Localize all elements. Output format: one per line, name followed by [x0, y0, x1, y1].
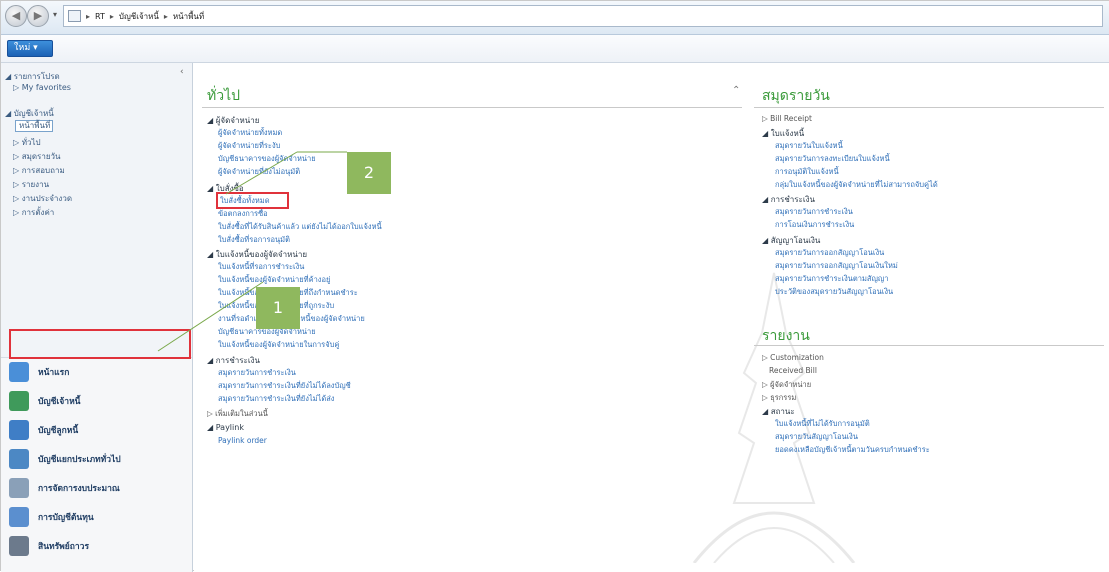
module-fixed-assets[interactable]: สินทรัพย์ถาวร	[9, 533, 89, 559]
module-accounts-payable[interactable]: บัญชีเจ้าหนี้	[9, 388, 80, 414]
application-window: ◀ ▶ ▾ ▸ RT ▸ บัญชีเจ้าหนี้ ▸ หน้าพื้นที่…	[0, 0, 1109, 572]
reports-section-title: รายงาน	[762, 328, 810, 344]
highlight-accounts-payable-module	[9, 329, 191, 359]
link-open-vendor-invoices[interactable]: ใบแจ้งหนี้ของผู้จัดจำหน่ายที่ค้างอยู่	[218, 274, 330, 286]
group-journal-invoices[interactable]: ◢ ใบแจ้งหนี้	[762, 127, 804, 140]
journals-section-title: สมุดรายวัน	[762, 88, 830, 104]
module-cost-accounting[interactable]: การบัญชีต้นทุน	[9, 504, 94, 530]
history-dropdown-icon[interactable]: ▾	[53, 10, 57, 19]
divider	[754, 107, 1104, 108]
divider	[754, 345, 1104, 346]
accounts-payable-icon	[9, 391, 29, 411]
general-ledger-icon	[9, 449, 29, 469]
group-paylink[interactable]: ◢ Paylink	[207, 423, 244, 432]
nav-favorites[interactable]: ◢ รายการโปรด	[5, 70, 60, 83]
nav-item-area-page[interactable]: หน้าพื้นที่	[15, 120, 53, 132]
link-unposted-payment-journal[interactable]: สมุดรายวันการชำระเงินที่ยังไม่ได้ลงบัญชี	[218, 380, 351, 392]
group-vendors[interactable]: ◢ ผู้จัดจำหน่าย	[207, 114, 259, 127]
forward-icon[interactable]: ▶	[27, 5, 49, 27]
link-unapproved-vendors[interactable]: ผู้จัดจำหน่ายที่ยังไม่อนุมัติ	[218, 166, 300, 178]
link-unmatched-invoice-groups[interactable]: กลุ่มใบแจ้งหนี้ของผู้จัดจำหน่ายที่ไม่สาม…	[775, 179, 938, 191]
link-ap-aging[interactable]: ยอดคงเหลือบัญชีเจ้าหนี้ตามวันครบกำหนดชำร…	[775, 444, 930, 456]
breadcrumb-company[interactable]: RT	[95, 12, 105, 21]
budgeting-icon	[9, 478, 29, 498]
link-reports-vendors[interactable]: ▷ ผู้จัดจำหน่าย	[762, 379, 811, 391]
breadcrumb-module[interactable]: บัญชีเจ้าหนี้	[119, 10, 159, 23]
group-more-in-this-section[interactable]: ▷ เพิ่มเติมในส่วนนี้	[207, 408, 268, 420]
link-invoice-approval[interactable]: การอนุมัติใบแจ้งหนี้	[775, 166, 839, 178]
nav-item-periodic[interactable]: ▷ งานประจำงวด	[13, 192, 72, 205]
cost-accounting-icon	[9, 507, 29, 527]
link-promissory-note-journal[interactable]: สมุดรายวันสัญญาโอนเงิน	[775, 431, 858, 443]
page-icon	[68, 10, 81, 22]
accounts-receivable-icon	[9, 420, 29, 440]
link-payment-journal-2[interactable]: สมุดรายวันการชำระเงิน	[775, 206, 853, 218]
nav-my-favorites[interactable]: ▷ My favorites	[13, 83, 71, 92]
fixed-assets-icon	[9, 536, 29, 556]
link-received-not-invoiced[interactable]: ใบสั่งซื้อที่ได้รับสินค้าแล้ว แต่ยังไม่ไ…	[218, 221, 382, 233]
nav-item-inquiries[interactable]: ▷ การสอบถาม	[13, 164, 65, 177]
nav-item-setup[interactable]: ▷ การตั้งค่า	[13, 206, 54, 219]
link-po-awaiting-approval[interactable]: ใบสั่งซื้อที่รอการอนุมัติ	[218, 234, 290, 246]
collapse-section-icon[interactable]: ⌃	[732, 85, 740, 96]
link-unapproved-invoices[interactable]: ใบแจ้งหนี้ที่ไม่ได้รับการอนุมัติ	[775, 418, 870, 430]
link-note-settle[interactable]: สมุดรายวันการชำระเงินตามสัญญา	[775, 273, 888, 285]
module-home[interactable]: หน้าแรก	[9, 359, 69, 385]
nav-item-reports[interactable]: ▷ รายงาน	[13, 178, 49, 191]
link-paylink-order[interactable]: Paylink order	[218, 436, 267, 445]
group-vendor-invoices[interactable]: ◢ ใบแจ้งหนี้ของผู้จัดจำหน่าย	[207, 248, 307, 261]
new-button[interactable]: ใหม่ ▾	[7, 40, 53, 57]
link-note-history[interactable]: ประวัติของสมุดรายวันสัญญาโอนเงิน	[775, 286, 893, 298]
nav-section-header[interactable]: ◢ บัญชีเจ้าหนี้	[5, 107, 54, 120]
link-invoices-awaiting-payment[interactable]: ใบแจ้งหนี้ที่รอการชำระเงิน	[218, 261, 304, 273]
link-reports-transactions[interactable]: ▷ ธุรกรรม	[762, 392, 796, 404]
group-promissory-notes[interactable]: ◢ สัญญาโอนเงิน	[762, 234, 820, 247]
link-note-redraw[interactable]: สมุดรายวันการออกสัญญาโอนเงินใหม่	[775, 260, 898, 272]
nav-item-journals[interactable]: ▷ สมุดรายวัน	[13, 150, 61, 163]
breadcrumb[interactable]: ▸ RT ▸ บัญชีเจ้าหนี้ ▸ หน้าพื้นที่	[63, 5, 1103, 27]
link-customization[interactable]: ▷ Customization	[762, 353, 824, 362]
home-icon	[9, 362, 29, 382]
divider	[202, 107, 742, 108]
group-payments[interactable]: ◢ การชำระเงิน	[207, 354, 260, 367]
link-received-bill[interactable]: Received Bill	[769, 366, 817, 375]
module-general-ledger[interactable]: บัญชีแยกประเภททั่วไป	[9, 446, 121, 472]
module-accounts-receivable[interactable]: บัญชีลูกหนี้	[9, 417, 78, 443]
module-list: หน้าแรก บัญชีเจ้าหนี้ บัญชีลูกหนี้ บัญชี…	[1, 357, 192, 572]
link-payment-journal[interactable]: สมุดรายวันการชำระเงิน	[218, 367, 296, 379]
link-bill-receipt[interactable]: ▷ Bill Receipt	[762, 114, 812, 123]
module-budgeting[interactable]: การจัดการงบประมาณ	[9, 475, 120, 501]
navigation-pane: ‹ ◢ รายการโปรด ▷ My favorites ◢ บัญชีเจ้…	[1, 63, 193, 572]
ribbon: ใหม่ ▾	[1, 35, 1109, 63]
group-reports-status[interactable]: ◢ สถานะ	[762, 405, 795, 418]
area-page: ทั่วไป ⌃ ◢ ผู้จัดจำหน่าย ผู้จัดจำหน่ายทั…	[194, 63, 1109, 572]
back-icon[interactable]: ◀	[5, 5, 27, 27]
nav-item-common[interactable]: ▷ ทั่วไป	[13, 136, 41, 149]
address-bar: ◀ ▶ ▾ ▸ RT ▸ บัญชีเจ้าหนี้ ▸ หน้าพื้นที่	[1, 1, 1109, 35]
link-all-vendors[interactable]: ผู้จัดจำหน่ายทั้งหมด	[218, 127, 282, 139]
group-journal-payments[interactable]: ◢ การชำระเงิน	[762, 193, 815, 206]
callout-step-1: 1	[256, 287, 300, 329]
breadcrumb-page[interactable]: หน้าพื้นที่	[173, 10, 204, 23]
link-invoice-journal[interactable]: สมุดรายวันใบแจ้งหนี้	[775, 140, 843, 152]
common-section-title: ทั่วไป	[207, 88, 241, 104]
link-unsent-payment-journal[interactable]: สมุดรายวันการชำระเงินที่ยังไม่ได้ส่ง	[218, 393, 334, 405]
collapse-pane-icon[interactable]: ‹	[180, 67, 184, 77]
callout-step-2: 2	[347, 152, 391, 194]
link-vendor-bank-accounts[interactable]: บัญชีธนาคารของผู้จัดจำหน่าย	[218, 153, 316, 165]
link-payment-transfer[interactable]: การโอนเงินการชำระเงิน	[775, 219, 854, 231]
link-note-draw[interactable]: สมุดรายวันการออกสัญญาโอนเงิน	[775, 247, 884, 259]
link-invoice-matching[interactable]: ใบแจ้งหนี้ของผู้จัดจำหน่ายในการจับคู่	[218, 339, 339, 351]
link-vendors-on-hold[interactable]: ผู้จัดจำหน่ายที่ระงับ	[218, 140, 280, 152]
link-invoice-register[interactable]: สมุดรายวันการลงทะเบียนใบแจ้งหนี้	[775, 153, 890, 165]
link-purchase-agreements[interactable]: ข้อตกลงการซื้อ	[218, 208, 268, 220]
highlight-all-purchase-orders	[216, 192, 289, 209]
